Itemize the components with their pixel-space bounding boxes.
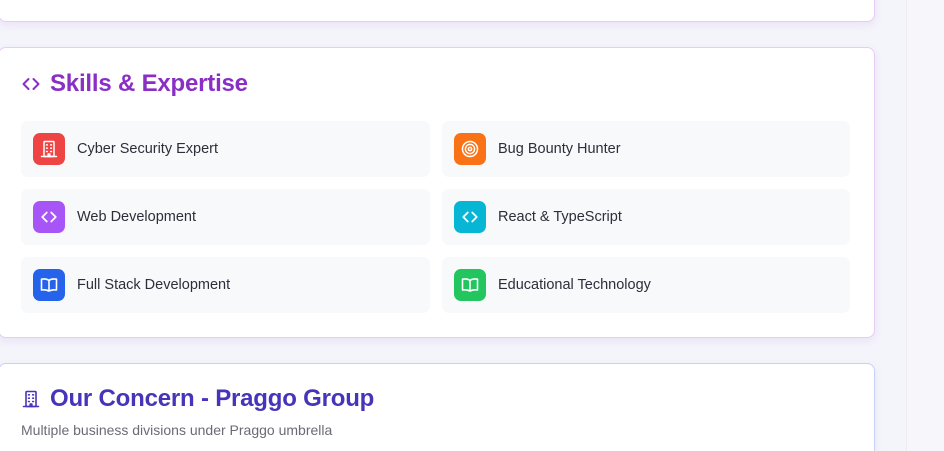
skill-label: React & TypeScript [498, 209, 622, 225]
previous-section-card [0, 0, 875, 22]
skills-heading: Skills & Expertise [21, 70, 248, 98]
skill-item-educational-technology: Educational Technology [442, 257, 850, 313]
book-icon [454, 269, 486, 301]
skill-item-cyber-security: Cyber Security Expert [21, 121, 430, 177]
skills-card: Skills & Expertise Cyber Security Expert [0, 47, 875, 338]
concern-heading: Our Concern - Praggo Group [21, 385, 374, 413]
skills-grid: Cyber Security Expert Bug Bounty Hunter [21, 121, 850, 313]
code-icon [454, 201, 486, 233]
scrollbar-track[interactable] [906, 0, 944, 451]
code-icon [33, 201, 65, 233]
skill-label: Educational Technology [498, 277, 651, 293]
target-icon [454, 133, 486, 165]
page: Skills & Expertise Cyber Security Expert [0, 0, 944, 451]
skill-label: Bug Bounty Hunter [498, 141, 621, 157]
book-icon [33, 269, 65, 301]
skill-label: Cyber Security Expert [77, 141, 219, 157]
skill-item-web-development: Web Development [21, 189, 430, 245]
code-icon [21, 74, 41, 94]
skill-item-bug-bounty: Bug Bounty Hunter [442, 121, 850, 177]
building-icon [33, 133, 65, 165]
concern-subtitle: Multiple business divisions under Praggo… [21, 422, 333, 438]
skill-item-full-stack: Full Stack Development [21, 257, 430, 313]
concern-card: Our Concern - Praggo Group Multiple busi… [0, 363, 875, 451]
skill-item-react-typescript: React & TypeScript [442, 189, 850, 245]
skill-label: Full Stack Development [77, 277, 231, 293]
concern-title: Our Concern - Praggo Group [50, 385, 375, 412]
skills-title: Skills & Expertise [50, 70, 248, 97]
skill-label: Web Development [77, 209, 197, 225]
building-icon [21, 389, 41, 409]
